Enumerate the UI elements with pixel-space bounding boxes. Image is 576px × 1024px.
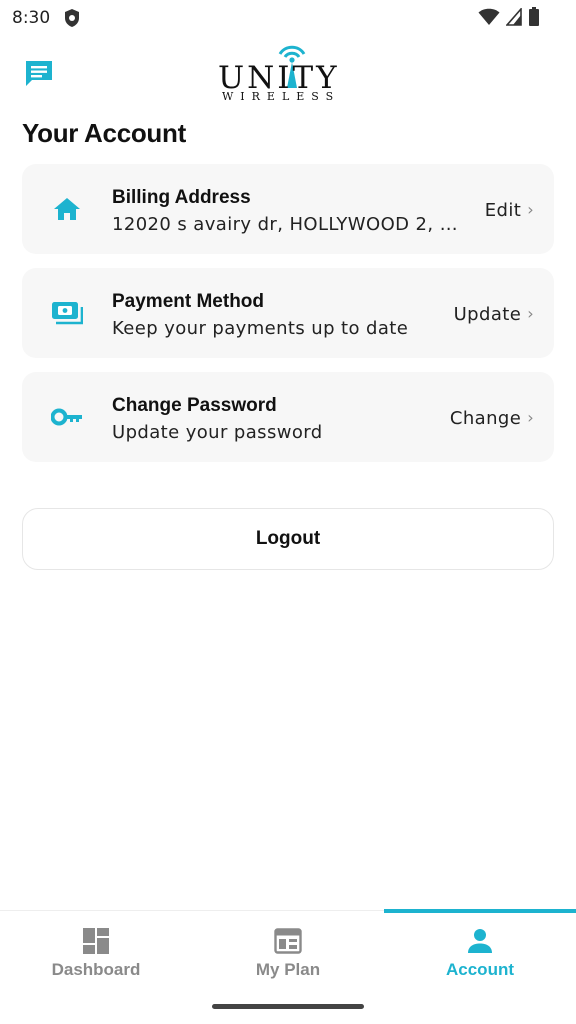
home-gesture-bar[interactable]: [212, 1004, 364, 1009]
change-password-title: Change Password: [112, 395, 277, 416]
billing-address-card[interactable]: Billing Address 12020 s avairy dr, HOLLY…: [22, 164, 554, 254]
dashboard-icon: [83, 928, 109, 954]
logout-button[interactable]: Logout: [22, 508, 554, 570]
nav-my-plan-label: My Plan: [255, 960, 321, 979]
chat-icon[interactable]: [24, 58, 54, 88]
nav-my-plan[interactable]: My Plan: [192, 911, 384, 993]
update-label: Update: [453, 304, 522, 325]
status-icons: [478, 7, 540, 27]
chevron-right-icon: ›: [527, 304, 534, 323]
change-password-subtitle: Update your password: [112, 422, 323, 443]
status-time: 8:30: [12, 8, 51, 28]
home-icon: [50, 194, 84, 224]
payment-method-title: Payment Method: [112, 291, 265, 312]
person-icon: [468, 929, 492, 953]
app-header: UNITY WIRELESS: [0, 40, 576, 110]
payment-card-icon: [50, 298, 84, 328]
edit-label: Edit: [484, 200, 522, 221]
unity-wireless-logo: UNITY WIRELESS: [216, 42, 362, 106]
status-bar: 8:30: [0, 0, 576, 36]
edit-billing-button[interactable]: Edit ›: [485, 200, 534, 221]
battery-icon: [529, 7, 539, 26]
update-payment-button[interactable]: Update ›: [454, 304, 534, 325]
chevron-right-icon: ›: [527, 408, 534, 427]
nav-dashboard[interactable]: Dashboard: [0, 911, 192, 993]
logo-sub-text: WIRELESS: [222, 90, 341, 103]
nav-account[interactable]: Account: [384, 911, 576, 993]
payment-method-subtitle: Keep your payments up to date: [112, 318, 409, 339]
billing-address-title: Billing Address: [112, 187, 251, 208]
nav-account-label: Account: [446, 960, 514, 979]
wifi-icon: [478, 8, 500, 26]
change-label: Change: [449, 408, 522, 429]
billing-address-value: 12020 s avairy dr, HOLLYWOOD 2, FL, ...: [112, 214, 462, 235]
signal-icon: [506, 8, 522, 26]
payment-method-card[interactable]: Payment Method Keep your payments up to …: [22, 268, 554, 358]
page-title: Your Account: [22, 118, 186, 148]
plan-icon: [274, 928, 302, 954]
chevron-right-icon: ›: [527, 200, 534, 219]
change-password-card[interactable]: Change Password Update your password Cha…: [22, 372, 554, 462]
change-password-button[interactable]: Change ›: [450, 408, 534, 429]
nav-dashboard-label: Dashboard: [51, 960, 141, 979]
shield-icon: [65, 9, 79, 27]
key-icon: [50, 402, 84, 432]
